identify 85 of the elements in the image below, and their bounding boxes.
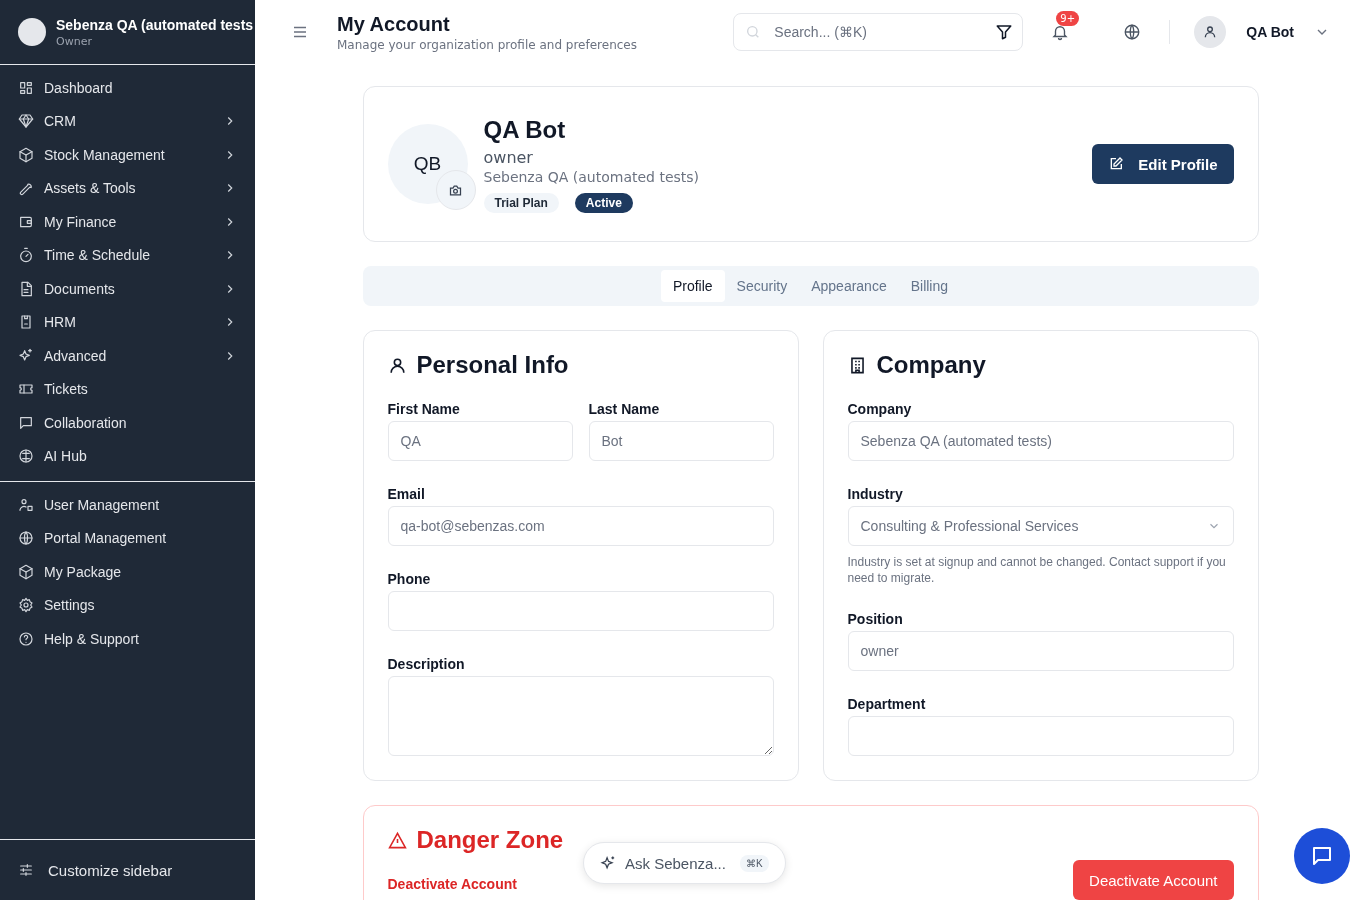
edit-icon xyxy=(1108,156,1125,172)
sidebar-item[interactable]: Time & Schedule xyxy=(0,238,255,272)
organization-avatar xyxy=(18,18,46,46)
input-field[interactable]: owner xyxy=(847,631,1234,671)
sidebar-item[interactable]: Help & Support xyxy=(0,622,255,656)
notification-badge: 9+ xyxy=(1056,11,1080,26)
document-icon xyxy=(18,280,34,297)
page-subtitle: Manage your organization profile and preferences xyxy=(337,37,637,52)
sidebar-item[interactable]: Stock Management xyxy=(0,138,255,172)
input-field[interactable]: Bot xyxy=(588,421,774,461)
cube-icon xyxy=(18,563,34,580)
field-label: Company xyxy=(847,401,913,417)
field-label: Industry xyxy=(847,486,904,502)
user-icon xyxy=(387,355,407,375)
sidebar-item[interactable]: Advanced xyxy=(0,339,255,373)
section-title: Deactivate Account xyxy=(387,876,517,892)
sidebar-item[interactable]: Collaboration xyxy=(0,406,255,440)
description-field[interactable] xyxy=(387,676,774,756)
help-text: Industry is set at signup and cannot be changed. Contact support if you need to migrate. xyxy=(847,554,1227,586)
help-icon xyxy=(18,630,34,647)
sidebar-item[interactable]: Dashboard xyxy=(0,71,255,105)
organization-name: Sebenza QA (automated tests xyxy=(56,16,254,33)
sidebar-item[interactable]: Settings xyxy=(0,588,255,622)
ask-assistant-button[interactable]: Ask Sebenza... ⌘K xyxy=(583,842,786,884)
sparkles-icon xyxy=(18,347,34,364)
page-title: My Account xyxy=(337,12,451,36)
sidebar-item[interactable]: HRM xyxy=(0,305,255,339)
industry-select[interactable]: Consulting & Professional Services xyxy=(847,506,1234,546)
tab[interactable]: Appearance xyxy=(799,270,899,302)
status-badge: Active xyxy=(574,192,633,213)
sidebar-item[interactable]: CRM xyxy=(0,104,255,138)
tab[interactable]: Profile xyxy=(660,270,725,302)
sidebar-item[interactable]: Documents xyxy=(0,272,255,306)
edit-profile-button[interactable]: Edit Profile xyxy=(1092,144,1234,184)
users-icon xyxy=(18,496,34,513)
shortcut-key: ⌘K xyxy=(739,854,769,872)
dashboard-icon xyxy=(18,79,34,96)
user-name[interactable]: QA Bot xyxy=(1246,24,1294,40)
profile-role: owner xyxy=(483,147,534,167)
profile-organization: Sebenza QA (automated tests) xyxy=(483,168,701,185)
plan-badge: Trial Plan xyxy=(483,192,559,213)
sidebar-item[interactable]: Assets & Tools xyxy=(0,171,255,205)
field-label: Description xyxy=(387,656,466,672)
field-label: First Name xyxy=(387,401,461,417)
field-label: Phone xyxy=(387,571,432,587)
globe-icon[interactable] xyxy=(1123,23,1142,41)
gem-icon xyxy=(18,113,34,130)
tab[interactable]: Billing xyxy=(898,270,961,302)
card-title: Company xyxy=(876,351,986,379)
field-label: Last Name xyxy=(588,401,661,417)
globe-icon xyxy=(18,530,34,547)
sidebar-item[interactable]: Tickets xyxy=(0,372,255,406)
timer-icon xyxy=(18,247,34,264)
customize-sidebar-button[interactable]: Customize sidebar xyxy=(0,861,191,879)
sidebar-item[interactable]: My Package xyxy=(0,555,255,589)
input-field[interactable]: QA xyxy=(387,421,573,461)
field-label: Department xyxy=(847,696,927,712)
input-field[interactable] xyxy=(847,716,1234,756)
sidebar-item[interactable]: User Management xyxy=(0,488,255,522)
profile-name: QA Bot xyxy=(483,115,567,144)
input-field[interactable]: Sebenza QA (automated tests) xyxy=(847,421,1234,461)
field-label: Position xyxy=(847,611,904,627)
sidebar-item[interactable]: AI Hub xyxy=(0,439,255,473)
card-title: Danger Zone xyxy=(416,826,564,854)
field-label: Email xyxy=(387,486,426,502)
filter-icon[interactable] xyxy=(995,23,1014,41)
badge-icon xyxy=(18,314,34,331)
settings-icon xyxy=(18,597,34,614)
sliders-icon xyxy=(18,862,34,878)
input-field[interactable]: qa-bot@sebenzas.com xyxy=(387,506,774,546)
search-field[interactable]: Search... (⌘K) xyxy=(733,13,1024,51)
cube-icon xyxy=(18,146,34,163)
organization-role: Owner xyxy=(56,34,93,48)
input-field[interactable] xyxy=(387,591,774,631)
chat-icon xyxy=(1310,844,1334,868)
chat-icon xyxy=(18,414,34,431)
warning-icon xyxy=(387,830,407,850)
camera-icon xyxy=(448,182,463,198)
deactivate-account-button[interactable]: Deactivate Account xyxy=(1073,860,1234,900)
sidebar-item[interactable]: Portal Management xyxy=(0,521,255,555)
card-title: Personal Info xyxy=(416,351,569,379)
tab[interactable]: Security xyxy=(724,270,800,302)
bell-icon[interactable] xyxy=(1051,23,1070,41)
sidebar-item[interactable]: My Finance xyxy=(0,205,255,239)
user-avatar[interactable] xyxy=(1194,16,1227,48)
